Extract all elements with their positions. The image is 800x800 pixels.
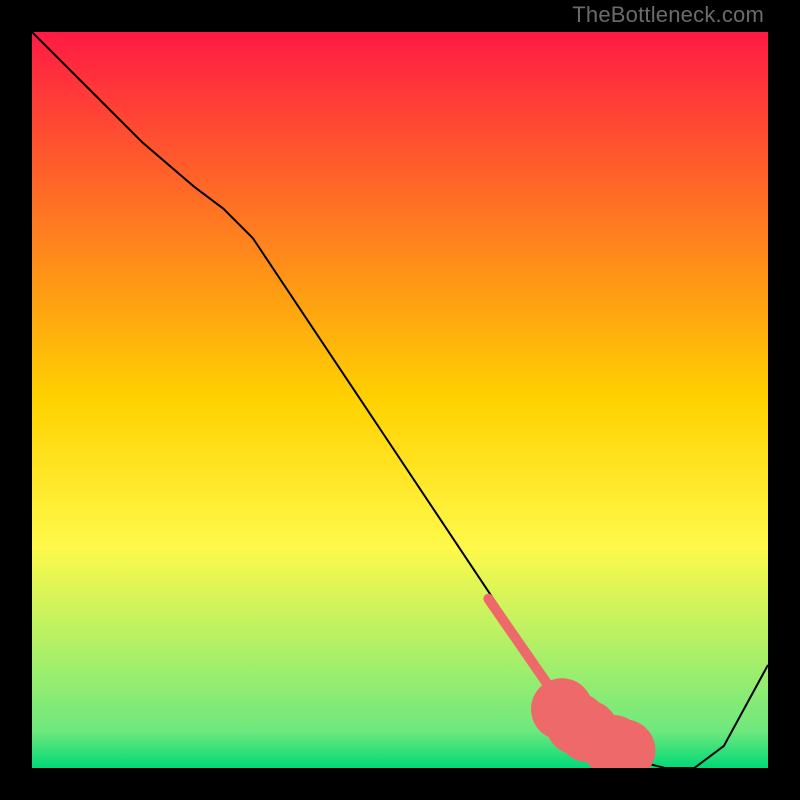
- bottleneck-curve: [32, 32, 768, 768]
- highlight-markers: [488, 599, 655, 768]
- chart-frame: TheBottleneck.com: [0, 0, 800, 800]
- chart-svg: [32, 32, 768, 768]
- watermark-text: TheBottleneck.com: [572, 2, 764, 28]
- curve-path: [32, 32, 768, 768]
- plot-area: [32, 32, 768, 768]
- highlight-bar: [488, 599, 554, 695]
